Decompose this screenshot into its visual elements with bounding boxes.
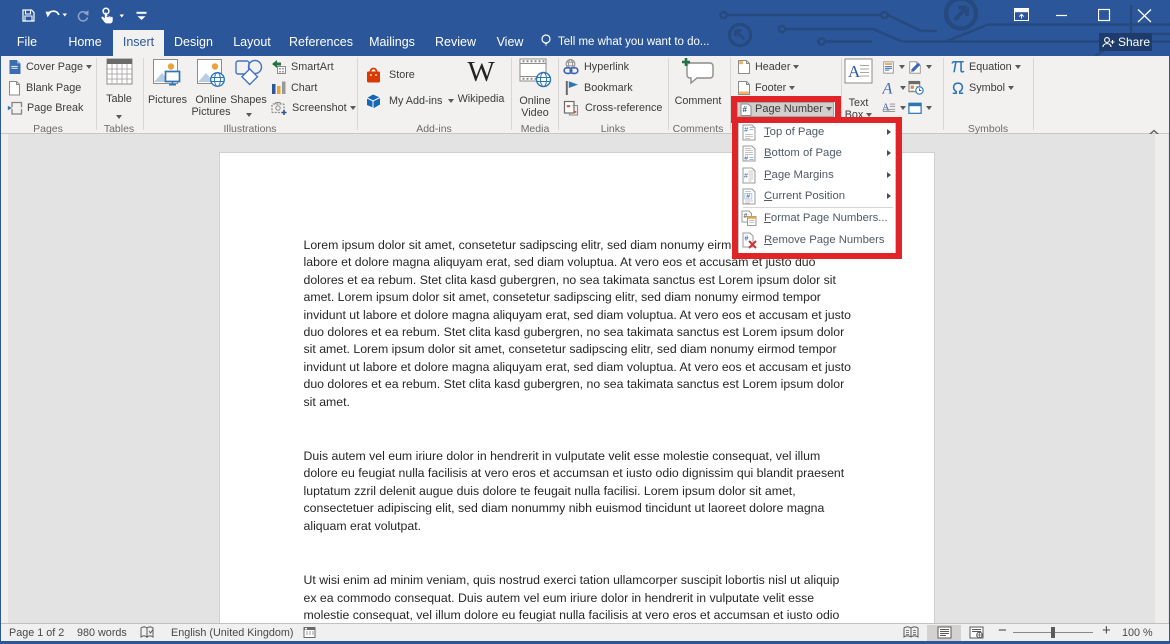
svg-text:A: A [882, 103, 890, 114]
svg-text:A: A [882, 80, 893, 96]
svg-text:A: A [848, 62, 861, 81]
